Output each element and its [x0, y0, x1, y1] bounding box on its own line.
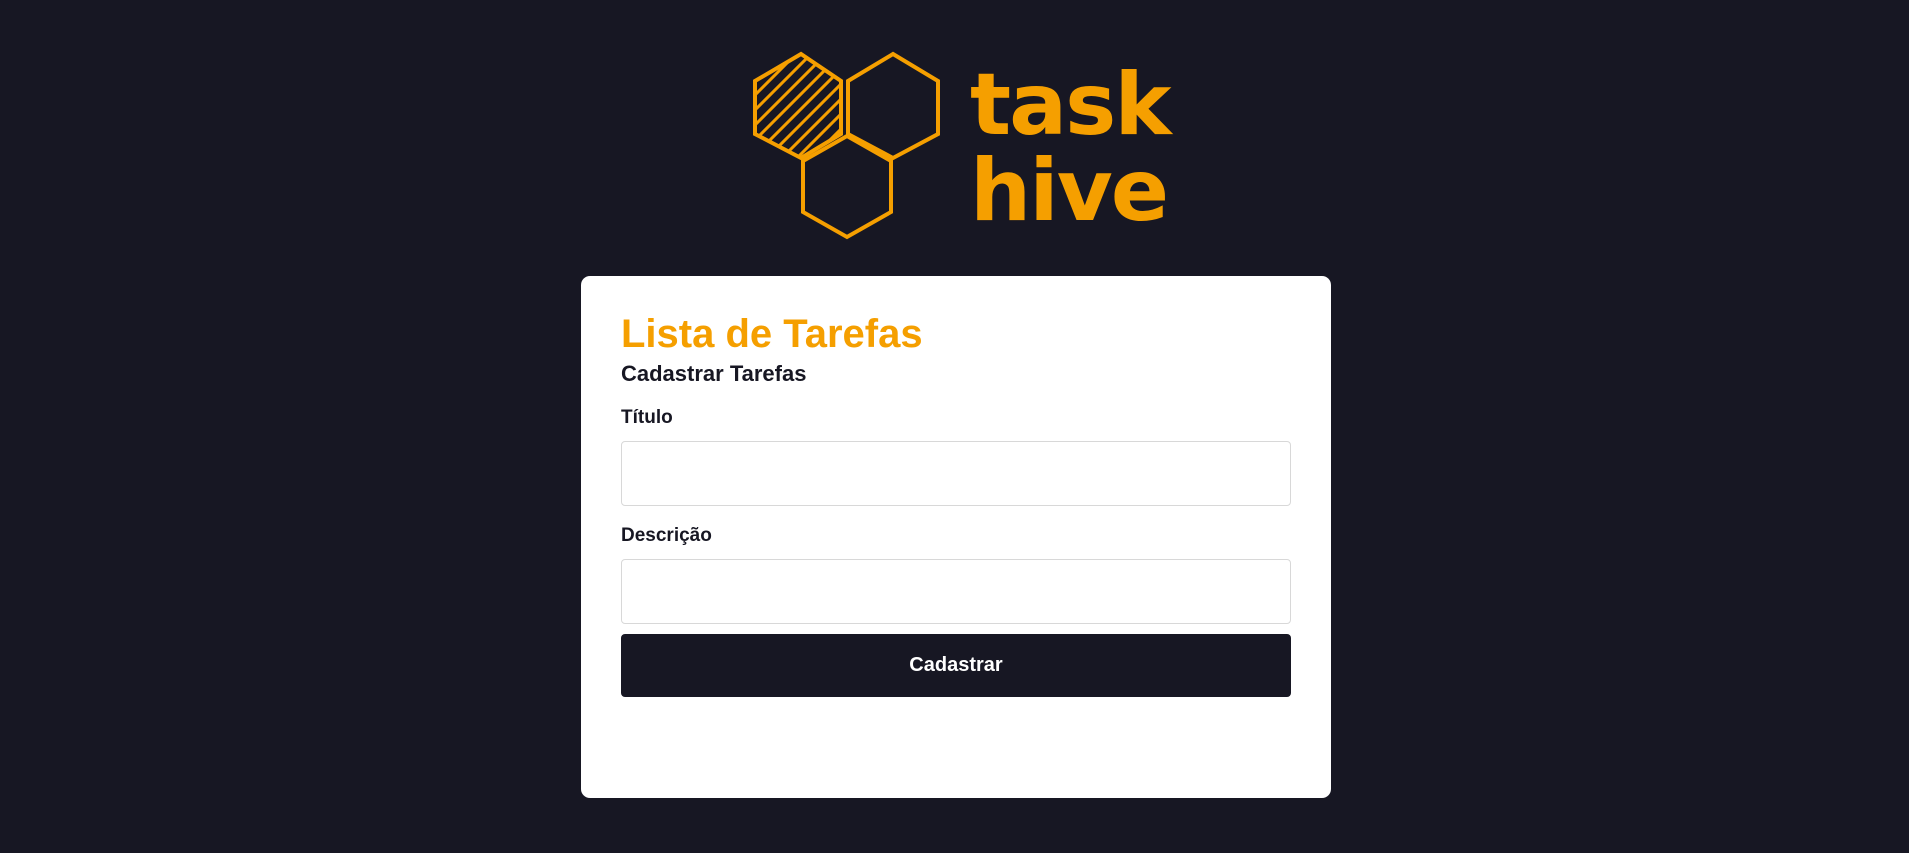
page-title: Lista de Tarefas — [621, 312, 923, 356]
task-form-card: Lista de Tarefas Cadastrar Tarefas Títul… — [581, 276, 1331, 798]
task-form: Lista de Tarefas Cadastrar Tarefas Títul… — [621, 312, 1291, 698]
logo: task hive — [750, 50, 1172, 241]
page: task hive Lista de Tarefas Cadastrar Tar… — [0, 0, 1909, 853]
form-subtitle: Cadastrar Tarefas — [621, 361, 807, 386]
submit-button[interactable]: Cadastrar — [621, 634, 1291, 698]
logo-word-hive: hive — [970, 141, 1169, 241]
logo-word-task: task — [970, 55, 1172, 155]
description-field-label: Descrição — [621, 525, 712, 547]
honeycomb-logo-icon — [753, 51, 940, 240]
title-field-label: Título — [621, 407, 673, 429]
description-input[interactable] — [621, 559, 1291, 625]
title-input[interactable] — [621, 441, 1291, 507]
